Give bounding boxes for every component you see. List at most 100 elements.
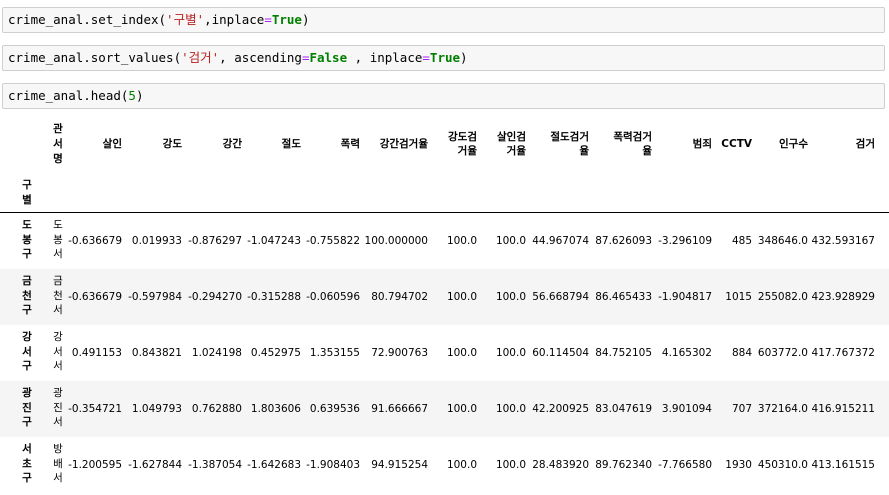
table-cell: 84.752105 (595, 347, 652, 359)
table-cell: 100.0 (495, 459, 526, 471)
column-header-line: 강간검거율 (379, 138, 428, 150)
column-header-line: 살인검 (497, 131, 526, 143)
column-header-line: 살인 (102, 138, 122, 150)
table-cell: 100.0 (446, 347, 477, 359)
table-cell: 100.0 (495, 347, 526, 359)
table-cell: 100.0 (495, 403, 526, 415)
table-cell: 100.0 (495, 291, 526, 303)
row-index: 금천구 (22, 275, 32, 316)
row-station: 광진서 (53, 387, 63, 428)
table-cell: 0.491153 (71, 347, 122, 359)
code-token: '구별' (166, 12, 205, 27)
column-header: 절도검거율 (550, 130, 589, 158)
table-cell: -0.876297 (188, 235, 242, 247)
index-header-row: 구별 (0, 176, 889, 212)
table-cell: 255082.0 (757, 291, 808, 303)
code-token: crime_anal.sort_values( (8, 50, 182, 65)
column-header-line: 검거 (855, 138, 875, 150)
code-token: ) (460, 50, 468, 65)
table-cell: 72.900763 (371, 347, 428, 359)
table-row: 강서구 강서서 0.491153 0.843821 1.024198 0.452975 1.… (0, 325, 889, 381)
table-cell: -0.060596 (306, 291, 360, 303)
table-cell: 91.666667 (371, 403, 428, 415)
table-cell: 1930 (725, 459, 752, 471)
code-token: crime_anal.head( (8, 88, 129, 103)
code-token: ) (135, 88, 144, 103)
code-cell-sort-values[interactable]: crime_anal.sort_values('검거', ascending = F… (2, 45, 885, 71)
code-token: True (429, 50, 461, 65)
table-cell: 372164.0 (757, 403, 808, 415)
table-cell: 1.803606 (250, 403, 301, 415)
code-cell-head[interactable]: crime_anal.head(5) (2, 83, 885, 109)
code-token: , ascending (219, 50, 302, 65)
table-cell: -7.766580 (658, 459, 712, 471)
table-cell: 28.483920 (532, 459, 589, 471)
notebook-page: crime_anal.set_index('구별',inplace=True) … (0, 0, 889, 495)
table-cell: 432.593167 (811, 235, 875, 247)
table-cell: 1.353155 (309, 347, 360, 359)
column-header-line: 절도 (281, 138, 301, 150)
code-token: ,inplace (204, 12, 265, 27)
code-token: , inplace (347, 50, 423, 65)
table-cell: 100.0 (446, 403, 477, 415)
table-cell: -0.294270 (188, 291, 242, 303)
row-index: 강서구 (22, 331, 32, 372)
table-cell: 100.0 (495, 235, 526, 247)
column-header: 살인검거율 (497, 130, 526, 158)
code-token: = (264, 12, 272, 27)
code-token: 5 (128, 88, 136, 103)
column-header: 살인 (103, 137, 122, 151)
table-cell: 0.762880 (191, 403, 242, 415)
column-header-line: 율 (642, 145, 652, 157)
table-cell: 44.967074 (532, 235, 589, 247)
column-header: 검거 (856, 137, 875, 151)
table-cell: 60.114504 (532, 347, 589, 359)
column-header-line: 거율 (506, 145, 526, 157)
table-cell: -3.296109 (658, 235, 712, 247)
table-row: 서초구 방배서 -1.200595 -1.627844 -1.387054 -1.6426… (0, 437, 889, 493)
column-header-station: 관서명 (53, 123, 63, 165)
column-header: 강간 (223, 137, 242, 151)
code-cell-set-index[interactable]: crime_anal.set_index('구별',inplace=True) (2, 7, 885, 33)
table-cell: 416.915211 (811, 403, 875, 415)
table-cell: -1.642683 (247, 459, 301, 471)
table-row: 광진구 광진서 -0.354721 1.049793 0.762880 1.803606 0… (0, 381, 889, 437)
table-cell: 4.165302 (661, 347, 712, 359)
table-cell: -0.636679 (68, 235, 122, 247)
table-cell: -1.200595 (68, 459, 122, 471)
column-header-line: 범죄 (692, 138, 712, 150)
column-header-line: 율 (579, 145, 589, 157)
table-cell: 423.928929 (811, 291, 875, 303)
table-cell: -0.354721 (68, 403, 122, 415)
index-header: 구별 (22, 179, 32, 206)
column-header-line: 강도검 (448, 131, 477, 143)
row-index: 광진구 (22, 387, 32, 428)
table-cell: 348646.0 (757, 235, 808, 247)
column-header-line: 절도검거 (550, 131, 589, 143)
table-cell: -0.755822 (306, 235, 360, 247)
table-cell: 100.0 (446, 459, 477, 471)
column-header-line: 폭력검거 (613, 131, 652, 143)
code-token: True (271, 12, 302, 27)
column-header: 강간검거율 (380, 137, 428, 151)
table-cell: 89.762340 (595, 459, 652, 471)
column-header-line: 강간 (222, 138, 242, 150)
row-station: 강서서 (53, 331, 63, 372)
column-header: 범죄 (693, 137, 712, 151)
table-cell: 884 (731, 347, 752, 359)
table-cell: 94.915254 (371, 459, 428, 471)
column-header-row: 관서명 살인 강도 강간 절도 폭력 강간검거율 강도검 거율 살인검 거율 절도검거 율 폭력검거 율 범죄… (0, 120, 889, 176)
table-cell: 1.049793 (131, 403, 182, 415)
table-cell: 3.901094 (661, 403, 712, 415)
table-cell: 86.465433 (595, 291, 652, 303)
row-station: 도봉서 (53, 219, 63, 260)
table-cell: 100.0 (446, 235, 477, 247)
table-cell: 413.161515 (811, 459, 875, 471)
table-cell: 707 (731, 403, 752, 415)
table-cell: -0.597984 (128, 291, 182, 303)
column-header: 절도 (282, 137, 301, 151)
row-index: 도봉구 (22, 219, 32, 260)
table-cell: 1.024198 (191, 347, 242, 359)
code-token: = (422, 50, 430, 65)
column-header: 폭력 (341, 137, 360, 151)
